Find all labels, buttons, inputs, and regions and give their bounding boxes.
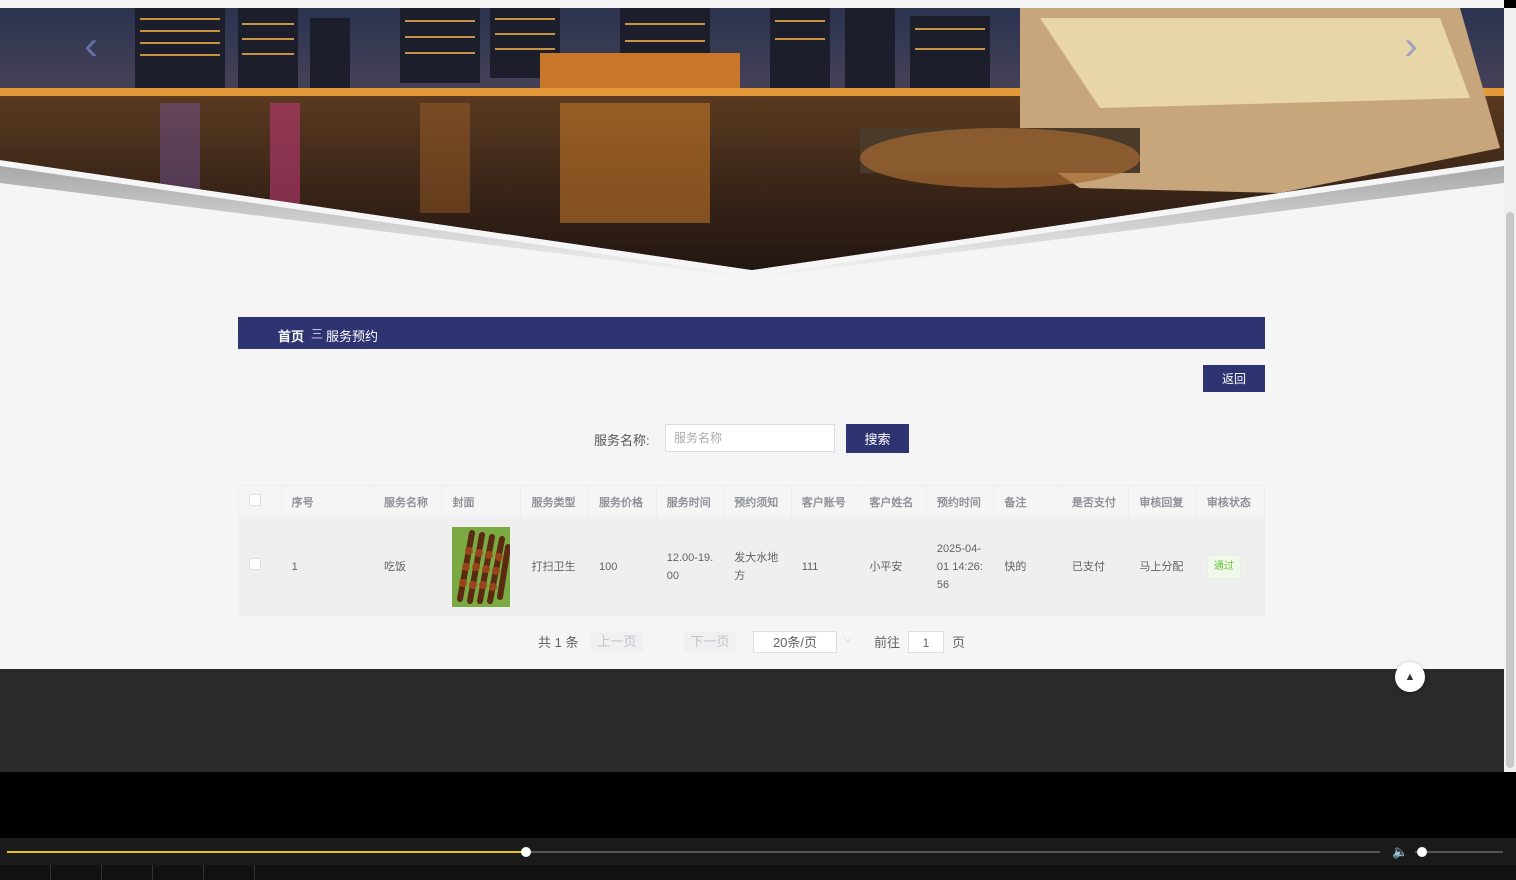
cell-account: 111 (790, 517, 860, 616)
breadcrumb-current: 服务预约 (326, 329, 379, 344)
cell-service-name: 吃饭 (373, 517, 443, 616)
back-button[interactable]: 返回 (1203, 365, 1265, 392)
breadcrumb-home-link[interactable]: 首页 (278, 326, 304, 345)
cell-cover (441, 517, 522, 616)
col-service-type: 服务类型 (520, 485, 589, 518)
cell-booked-at: 2025-04-01 14:26:56 (925, 517, 995, 616)
cell-service-time: 12.00-19.00 (655, 517, 725, 616)
table-header-row: 序号 服务名称 封面 服务类型 服务价格 服务时间 预约须知 客户账号 客户姓名… (238, 485, 1266, 518)
page-footer (0, 669, 1504, 772)
col-service-time: 服务时间 (655, 485, 725, 518)
pagination-goto-label: 前往 (874, 635, 901, 650)
col-booked-at: 预约时间 (925, 485, 995, 518)
status-badge: 通过 (1206, 554, 1241, 579)
pagination-next-button[interactable]: 下一页 (684, 632, 736, 652)
arrow-up-icon: ▲ (1404, 671, 1416, 683)
volume-icon[interactable]: 🔈 (1392, 844, 1408, 860)
col-reply: 审核回复 (1128, 485, 1197, 518)
cell-reply: 马上分配 (1128, 517, 1197, 616)
cell-status: 通过 (1195, 517, 1266, 616)
search-button[interactable]: 搜索 (846, 424, 909, 453)
col-paid: 是否支付 (1060, 485, 1130, 518)
breadcrumb-separator: 三 (311, 327, 324, 341)
col-cover: 封面 (441, 485, 522, 518)
search-input[interactable] (665, 424, 835, 452)
back-to-top-button[interactable]: ▲ (1395, 662, 1425, 692)
taskbar-strip (0, 865, 1516, 880)
cell-price: 100 (587, 517, 657, 616)
banner-carousel: ‹ › (0, 8, 1504, 276)
cell-notice: 发大水地方 (723, 517, 792, 616)
pagination-page-input[interactable]: 1 (908, 631, 944, 653)
search-label: 服务名称: (594, 433, 650, 448)
cell-remark: 快的 (993, 517, 1062, 616)
row-select-cell[interactable] (238, 517, 282, 616)
volume-track[interactable] (1415, 851, 1503, 853)
select-all-checkbox[interactable] (249, 494, 261, 506)
page-scrollbar[interactable] (1504, 8, 1516, 772)
scrollbar-thumb[interactable] (1506, 212, 1514, 768)
banner-image (0, 8, 1504, 276)
table-row[interactable]: 1 吃饭 打扫卫生 100 12.00-19.00 发大水地方 111 小平安 … (238, 517, 1266, 616)
breadcrumb: 首页 三 服务预约 (238, 317, 1265, 349)
video-progress-handle[interactable] (521, 847, 531, 857)
booking-table: 序号 服务名称 封面 服务类型 服务价格 服务时间 预约须知 客户账号 客户姓名… (238, 485, 1266, 616)
col-index: 序号 (280, 485, 375, 518)
cell-service-type: 打扫卫生 (520, 517, 589, 616)
carousel-next-icon[interactable]: › (1396, 26, 1426, 66)
chevron-down-icon[interactable]: ⌵ (844, 634, 852, 645)
pagination-page-unit: 页 (952, 635, 966, 650)
col-service-name: 服务名称 (373, 485, 443, 518)
cell-index: 1 (280, 517, 375, 616)
pagination-total: 共 1 条 (538, 635, 579, 650)
cell-paid: 已支付 (1060, 517, 1130, 616)
video-progress-fill (7, 851, 526, 853)
carousel-prev-icon[interactable]: ‹ (76, 26, 106, 66)
cell-customer: 小平安 (858, 517, 927, 616)
col-remark: 备注 (993, 485, 1062, 518)
col-status: 审核状态 (1195, 485, 1266, 518)
col-notice: 预约须知 (723, 485, 792, 518)
col-customer: 客户姓名 (858, 485, 927, 518)
col-account: 客户账号 (790, 485, 860, 518)
col-price: 服务价格 (587, 485, 657, 518)
volume-handle[interactable] (1417, 847, 1427, 857)
select-all-cell[interactable] (238, 485, 282, 518)
pagination-prev-button[interactable]: 上一页 (591, 632, 643, 652)
row-checkbox[interactable] (249, 557, 261, 570)
page: ‹ › 首页 三 服务预约 返回 服务名称: 搜索 序号 服务名称 封面 服务类… (0, 0, 1504, 772)
cover-image[interactable] (452, 526, 511, 607)
page-size-select[interactable]: 20条/页 (753, 631, 837, 653)
